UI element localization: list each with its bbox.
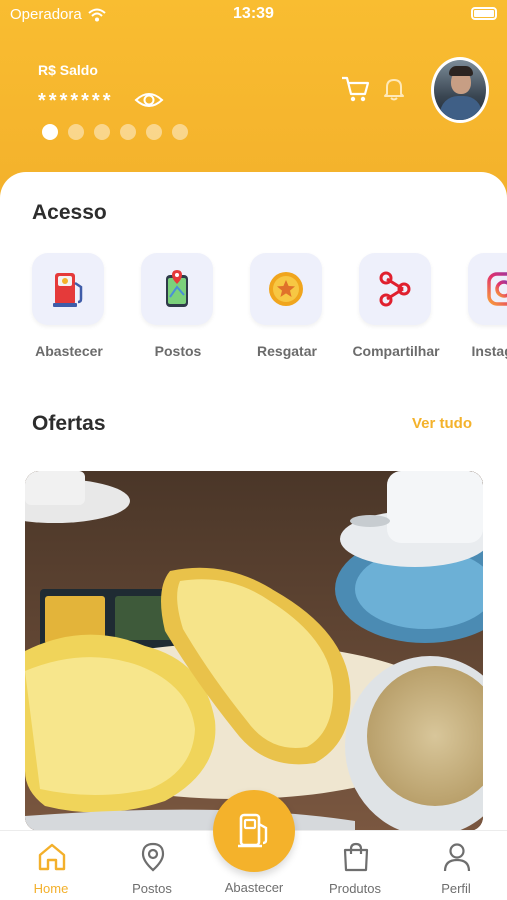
bell-icon[interactable] [382,76,406,102]
carousel-dot[interactable] [94,124,110,140]
avatar-hair [449,66,473,76]
ofertas-title: Ofertas [32,412,106,435]
status-bar: Operadora 13:39 [0,0,507,30]
acesso-shortcuts[interactable]: Abastecer Postos Resgatar Compartilhar I… [0,252,507,367]
share-icon [379,271,411,307]
coin-star-icon [269,272,303,306]
shortcut-postos[interactable]: Postos [123,252,233,367]
shortcut-label: Resgatar [257,343,317,359]
carousel-indicator [42,124,188,140]
fab-abastecer[interactable] [213,790,295,872]
avatar-body [440,96,482,120]
home-icon [38,843,66,871]
shortcut-abastecer[interactable]: Abastecer [14,252,124,367]
cart-icon[interactable] [340,74,370,104]
carousel-dot[interactable] [42,124,58,140]
map-pin-icon [166,270,188,307]
tab-label: Home [33,881,69,896]
acesso-title: Acesso [32,201,107,224]
shortcut-compartilhar[interactable]: Compartilhar [341,252,451,367]
tab-label: Perfil [441,881,471,896]
shortcut-tile[interactable] [468,253,507,325]
shortcut-resgatar[interactable]: Resgatar [232,252,342,367]
tab-produtos[interactable]: Produtos [305,831,405,900]
shopping-bag-icon [343,842,369,872]
clock: 13:39 [233,5,274,22]
offer-photo-illustration [25,471,483,831]
instagram-icon [487,272,507,306]
tab-perfil[interactable]: Perfil [406,831,506,900]
shortcut-tile[interactable] [359,253,431,325]
tab-home[interactable]: Home [1,831,101,900]
shortcut-tile[interactable] [141,253,213,325]
shortcut-tile[interactable] [250,253,322,325]
shortcut-label: Instagram [471,343,507,359]
shortcut-label: Postos [154,343,202,359]
offer-image[interactable] [25,471,483,831]
carousel-dot[interactable] [120,124,136,140]
see-all-link[interactable]: Ver tudo [412,415,472,432]
fuel-pump-icon [238,813,268,848]
user-icon [443,843,471,872]
balance-value: ******* [38,90,114,112]
shortcut-label: Compartilhar [352,343,440,359]
battery-icon [471,7,497,20]
carousel-dot[interactable] [68,124,84,140]
fuel-pump-icon [53,273,83,307]
shortcut-instagram[interactable]: Instagram [450,252,507,367]
carousel-dot[interactable] [172,124,188,140]
avatar[interactable] [431,57,489,123]
carousel-dot[interactable] [146,124,162,140]
eye-icon[interactable] [134,88,164,112]
tab-label: Postos [132,881,172,896]
shortcut-label: Abastecer [35,343,103,359]
fab-label: Abastecer [224,880,284,895]
tab-label: Produtos [328,881,382,896]
shortcut-tile[interactable] [32,253,104,325]
balance-label: R$ Saldo [38,62,98,78]
location-pin-icon [141,842,165,872]
tab-postos[interactable]: Postos [102,831,202,900]
